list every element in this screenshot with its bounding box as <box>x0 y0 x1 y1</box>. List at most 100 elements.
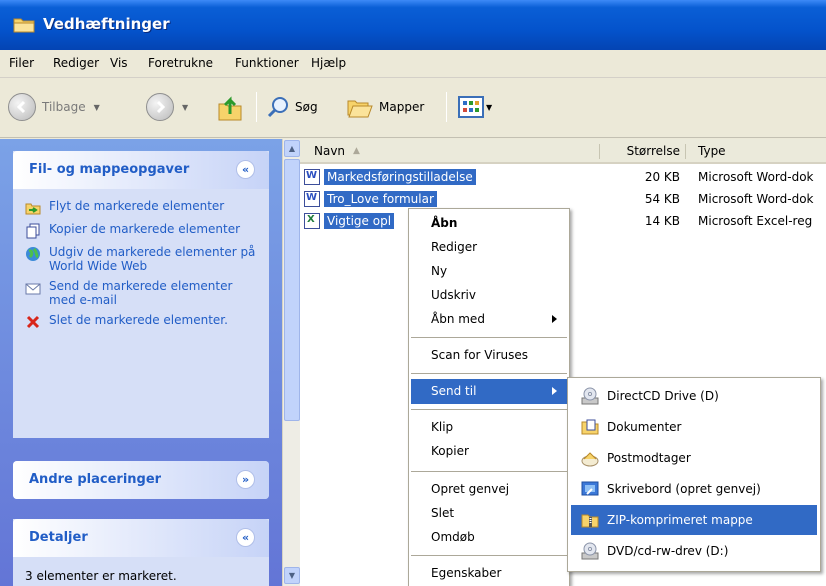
forward-dropdown-icon[interactable]: ▼ <box>182 103 188 112</box>
task-move-label: Flyt de markerede elementer <box>49 199 225 213</box>
menu-item-label: Klip <box>431 420 454 434</box>
task-email-label: Send de markerede elementer med e-mail <box>49 279 233 307</box>
send-to-submenu: DirectCD Drive (D) Dokumenter Postmodtag… <box>567 377 821 572</box>
task-publish-web[interactable]: Udgiv de markerede elementer på World Wi… <box>25 245 259 273</box>
details-text: 3 elementer er markeret. <box>25 569 177 583</box>
menu-item-label: Opret genvej <box>431 482 510 496</box>
column-header-name[interactable]: Navn ▲ <box>300 139 600 164</box>
search-label: Søg <box>295 100 318 114</box>
column-size-label: Størrelse <box>626 143 680 158</box>
menu-item-delete[interactable]: Slet <box>411 501 567 526</box>
delete-icon <box>26 315 40 329</box>
send-to-dvd-drive[interactable]: DVD/cd-rw-drev (D:) <box>571 536 817 566</box>
file-type: Microsoft Word-dok <box>698 170 814 184</box>
explorer-window: Vedhæftninger Filer Rediger Vis Foretruk… <box>0 0 826 586</box>
file-name-cell[interactable]: Tro_Love formular <box>304 189 437 209</box>
menu-item-label: Åbn <box>431 216 458 230</box>
menu-view[interactable]: Vis <box>110 56 128 70</box>
scroll-down-icon[interactable]: ▼ <box>284 567 300 584</box>
search-button[interactable]: Søg <box>266 88 318 126</box>
vertical-scrollbar[interactable]: ▲ ▼ <box>282 139 300 586</box>
send-to-desktop[interactable]: Skrivebord (opret genvej) <box>571 474 817 504</box>
menu-item-label: Rediger <box>431 240 478 254</box>
up-folder-button[interactable] <box>216 88 244 126</box>
move-icon <box>25 203 41 215</box>
menu-item-open-with[interactable]: Åbn med <box>411 307 567 332</box>
menu-item-rename[interactable]: Omdøb <box>411 525 567 550</box>
expand-icon[interactable]: » <box>236 470 255 489</box>
collapse-icon[interactable]: « <box>236 160 255 179</box>
task-pane: Fil- og mappeopgaver « Flyt de markerede… <box>0 139 282 586</box>
title-bar[interactable]: Vedhæftninger <box>0 0 826 50</box>
send-to-mail-recipient[interactable]: Postmodtager <box>571 443 817 473</box>
cd-drive-icon <box>581 387 599 405</box>
toolbar: Tilbage ▼ ▼ Søg Mapper ▼ <box>0 78 826 138</box>
menu-item-scan-viruses[interactable]: Scan for Viruses <box>411 343 567 368</box>
back-arrow-icon <box>8 93 36 121</box>
menu-item-copy[interactable]: Kopier <box>411 439 567 464</box>
file-size: 54 KB <box>644 192 680 206</box>
menu-edit[interactable]: Rediger <box>53 56 99 70</box>
file-row[interactable]: Markedsføringstilladelse 20 KB Microsoft… <box>300 165 826 187</box>
menu-item-send-to[interactable]: Send til <box>411 379 567 404</box>
scroll-thumb[interactable] <box>284 159 300 421</box>
file-tasks-header[interactable]: Fil- og mappeopgaver « <box>13 151 269 189</box>
menu-separator <box>411 373 567 374</box>
menu-item-print[interactable]: Udskriv <box>411 283 567 308</box>
details-title: Detaljer <box>29 530 88 545</box>
menu-item-create-shortcut[interactable]: Opret genvej <box>411 477 567 502</box>
menu-help[interactable]: Hjælp <box>311 56 346 70</box>
views-dropdown-icon[interactable]: ▼ <box>486 103 492 112</box>
menu-item-open[interactable]: Åbn <box>411 211 567 236</box>
column-header-size[interactable]: Størrelse <box>600 139 686 164</box>
scroll-up-icon[interactable]: ▲ <box>284 140 300 157</box>
forward-button[interactable]: ▼ <box>146 88 188 126</box>
send-to-zip-folder[interactable]: ZIP-komprimeret mappe <box>571 505 817 535</box>
send-to-directcd-drive[interactable]: DirectCD Drive (D) <box>571 381 817 411</box>
up-folder-icon <box>218 96 242 121</box>
views-button[interactable]: ▼ <box>458 88 492 126</box>
menu-item-label: Udskriv <box>431 288 476 302</box>
task-move[interactable]: Flyt de markerede elementer <box>25 199 259 216</box>
task-delete[interactable]: Slet de markerede elementer. <box>25 313 259 330</box>
send-to-documents[interactable]: Dokumenter <box>571 412 817 442</box>
file-name-cell[interactable]: Vigtige opl <box>304 211 395 231</box>
collapse-icon[interactable]: « <box>236 528 255 547</box>
send-to-label: DirectCD Drive (D) <box>607 389 719 403</box>
back-dropdown-icon[interactable]: ▼ <box>94 103 100 112</box>
back-button[interactable]: Tilbage ▼ <box>8 88 100 126</box>
desktop-icon <box>581 481 599 496</box>
task-email[interactable]: Send de markerede elementer med e-mail <box>25 279 259 307</box>
menu-separator <box>411 337 567 338</box>
file-size: 14 KB <box>644 214 680 228</box>
file-type: Microsoft Excel-reg <box>698 214 813 228</box>
task-publish-web-label: Udgiv de markerede elementer på World Wi… <box>49 245 256 273</box>
menu-item-edit[interactable]: Rediger <box>411 235 567 260</box>
send-to-label: Skrivebord (opret genvej) <box>607 482 761 496</box>
column-header-type[interactable]: Type <box>686 139 826 164</box>
folders-label: Mapper <box>379 100 425 114</box>
menu-file[interactable]: Filer <box>9 56 34 70</box>
file-type: Microsoft Word-dok <box>698 192 814 206</box>
toolbar-separator <box>256 92 257 122</box>
zip-folder-icon <box>581 514 599 528</box>
menu-bar: Filer Rediger Vis Foretrukne Funktioner … <box>0 50 826 78</box>
send-to-label: Dokumenter <box>607 420 682 434</box>
folders-icon <box>347 100 373 118</box>
file-name-cell[interactable]: Markedsføringstilladelse <box>304 167 476 187</box>
file-row[interactable]: Tro_Love formular 54 KB Microsoft Word-d… <box>300 187 826 209</box>
menu-favorites[interactable]: Foretrukne <box>148 56 213 70</box>
menu-separator <box>411 409 567 410</box>
menu-item-cut[interactable]: Klip <box>411 415 567 440</box>
menu-tools[interactable]: Funktioner <box>235 56 299 70</box>
toolbar-separator <box>446 92 447 122</box>
dvd-drive-icon <box>581 542 599 560</box>
other-places-header[interactable]: Andre placeringer » <box>13 461 269 499</box>
details-header[interactable]: Detaljer « <box>13 519 269 557</box>
task-copy[interactable]: Kopier de markerede elementer <box>25 222 259 239</box>
file-name: Tro_Love formular <box>324 191 437 207</box>
folders-button[interactable]: Mapper <box>346 88 424 126</box>
menu-item-new[interactable]: Ny <box>411 259 567 284</box>
file-size: 20 KB <box>644 170 680 184</box>
menu-item-properties[interactable]: Egenskaber <box>411 561 567 586</box>
